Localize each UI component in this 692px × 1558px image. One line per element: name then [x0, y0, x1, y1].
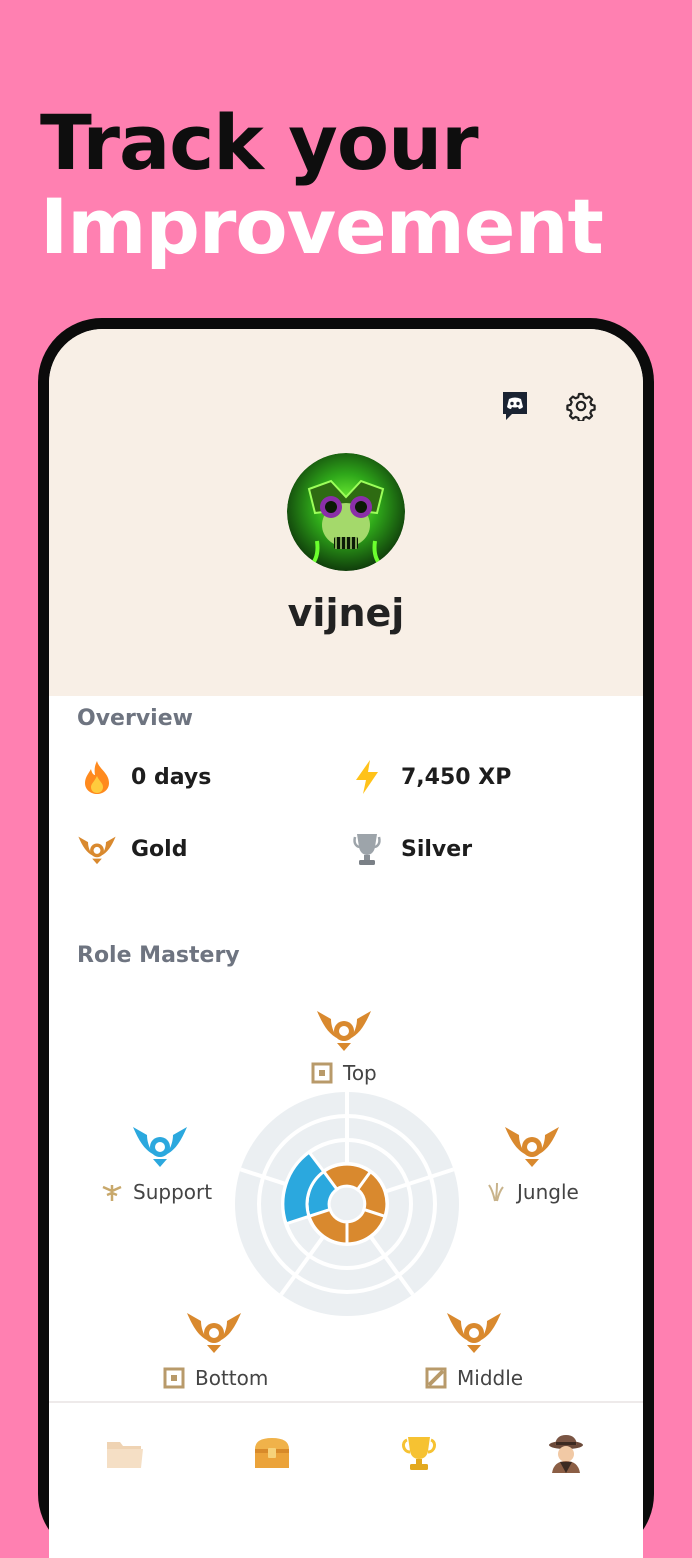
tab-trophy[interactable]: [389, 1423, 449, 1483]
jungle-icon: [488, 1182, 504, 1202]
tab-chest[interactable]: [242, 1423, 302, 1483]
headline-line-2: Improvement: [40, 182, 604, 271]
headline: Track your Improvement: [40, 98, 604, 271]
role-middle-label: Middle: [457, 1366, 524, 1390]
streak-value: 0 days: [131, 764, 212, 790]
profile-header: vijnej: [49, 329, 643, 696]
xp-stat: 7,450 XP: [347, 757, 511, 797]
lightning-icon: [347, 757, 387, 797]
phone-screen: vijnej Overview 0 days 7,450 XP Gold Sil…: [49, 329, 643, 1558]
xp-value: 7,450 XP: [401, 764, 512, 790]
tab-bar: [49, 1401, 643, 1503]
username: vijnej: [287, 591, 405, 635]
role-support[interactable]: Support: [101, 1180, 212, 1204]
role-bottom-label: Bottom: [195, 1366, 269, 1390]
role-top-label: Top: [343, 1061, 377, 1085]
role-support-label: Support: [133, 1180, 213, 1204]
role-middle[interactable]: Middle: [425, 1366, 523, 1390]
bottom-lane-icon: [163, 1367, 185, 1389]
top-lane-icon: [311, 1062, 333, 1084]
middle-badge-icon: [447, 1313, 501, 1353]
gear-icon[interactable]: [564, 389, 598, 423]
rank-value: Gold: [131, 836, 188, 862]
silver-trophy-icon: [347, 829, 387, 869]
jungle-badge-icon: [505, 1127, 559, 1167]
gold-wings-badge-icon: [77, 829, 117, 869]
league-value: Silver: [401, 836, 473, 862]
role-jungle-label: Jungle: [517, 1180, 579, 1204]
role-mastery-title: Role Mastery: [77, 943, 240, 968]
phone-frame: vijnej Overview 0 days 7,450 XP Gold Sil…: [38, 318, 654, 1558]
role-bottom[interactable]: Bottom: [163, 1366, 268, 1390]
tab-profile[interactable]: [536, 1423, 596, 1483]
role-jungle[interactable]: Jungle: [485, 1180, 579, 1204]
support-badge-icon: [133, 1127, 187, 1167]
role-mastery-wheel: [235, 1092, 459, 1316]
rank-stat: Gold: [77, 829, 187, 869]
treasure-chest-icon: [255, 1438, 289, 1468]
discord-icon[interactable]: [498, 389, 532, 423]
league-stat: Silver: [347, 829, 472, 869]
top-badge-icon: [317, 1011, 371, 1051]
trophy-icon: [401, 1437, 437, 1470]
bottom-badge-icon: [187, 1313, 241, 1353]
tab-folder[interactable]: [95, 1423, 155, 1483]
streak-stat: 0 days: [77, 757, 211, 797]
detective-icon: [549, 1435, 583, 1473]
flame-icon: [77, 757, 117, 797]
overview-title: Overview: [77, 706, 193, 731]
avatar: [287, 453, 405, 571]
role-top[interactable]: Top: [311, 1061, 377, 1085]
headline-line-1: Track your: [40, 98, 479, 187]
support-icon: [102, 1185, 122, 1201]
middle-lane-icon: [425, 1367, 447, 1389]
folder-icon: [107, 1442, 143, 1468]
